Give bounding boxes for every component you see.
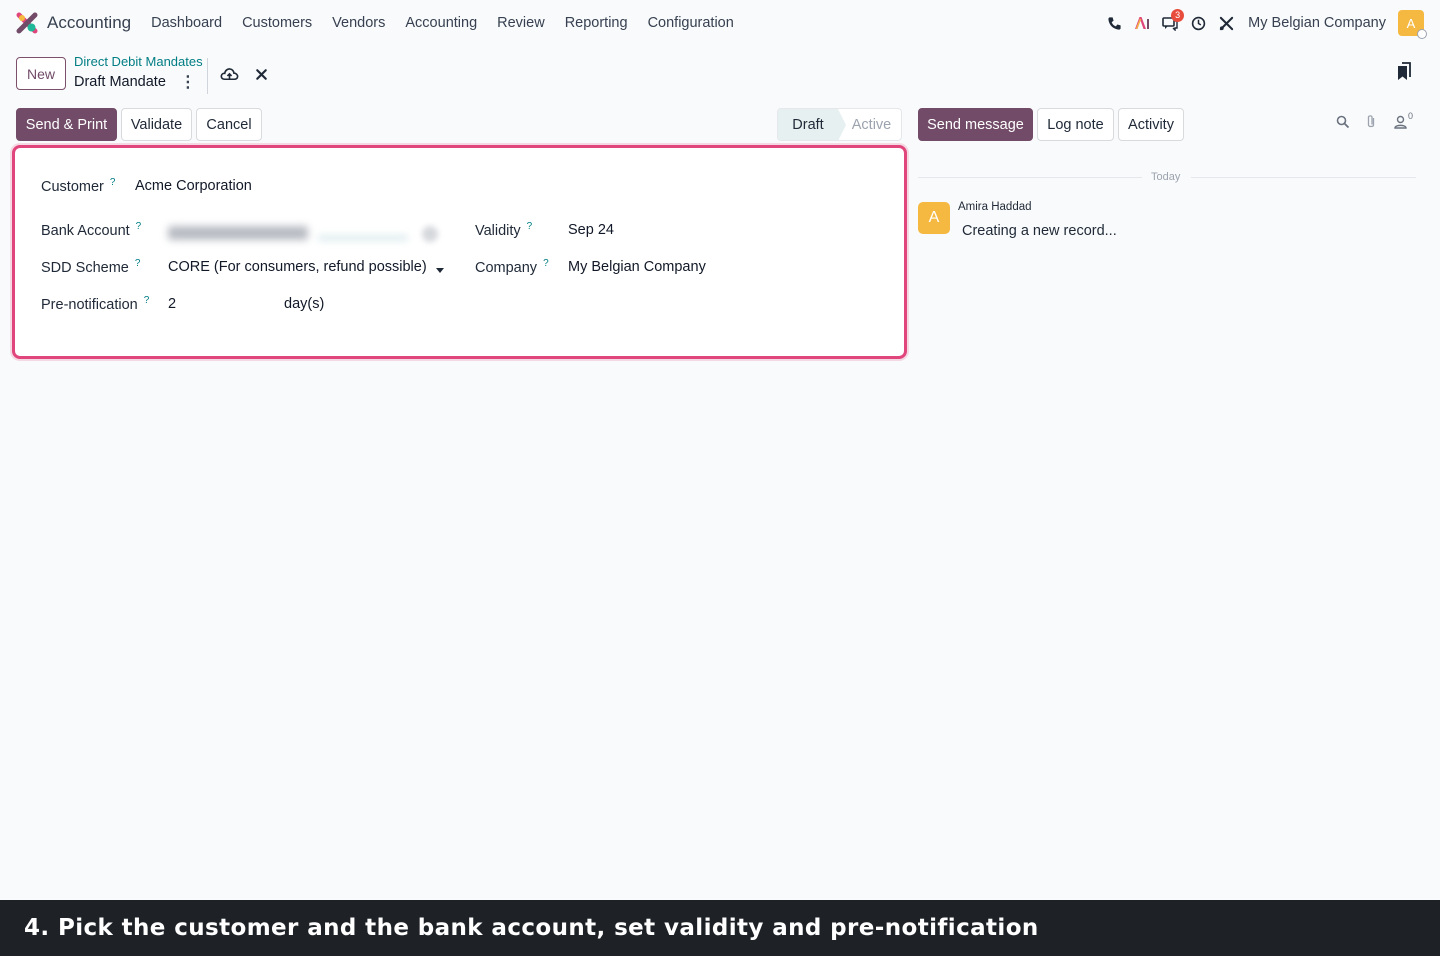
tools-icon[interactable] — [1212, 9, 1240, 37]
chatter-toolbar: 0 — [1336, 111, 1413, 129]
systray: 3 My Belgian Company A — [1100, 8, 1427, 39]
sdd-scheme-help-icon[interactable]: ? — [135, 258, 141, 269]
ai-icon[interactable] — [1128, 9, 1156, 37]
date-separator-line-left — [918, 177, 1142, 178]
sdd-scheme-label-text: SDD Scheme — [41, 260, 129, 276]
customer-label: Customer? — [41, 177, 115, 195]
save-cloud-icon[interactable] — [220, 66, 239, 86]
record-title: Draft Mandate ⋮ — [74, 72, 196, 92]
date-separator-line-right — [1191, 177, 1416, 178]
date-separator: Today — [1151, 171, 1181, 183]
status-step-active[interactable]: Active — [838, 109, 901, 140]
menu-vendors[interactable]: Vendors — [322, 15, 395, 31]
activity-button[interactable]: Activity — [1118, 108, 1184, 141]
customer-help-icon[interactable]: ? — [110, 177, 116, 188]
caption-text: 4. Pick the customer and the bank accoun… — [24, 915, 1039, 941]
status-active-label: Active — [851, 116, 892, 133]
cancel-button[interactable]: Cancel — [196, 108, 262, 141]
paperclip-icon[interactable] — [1366, 114, 1382, 129]
bookmark-icon[interactable] — [1396, 62, 1412, 84]
menu-review[interactable]: Review — [487, 15, 555, 31]
status-bar: Draft Active — [777, 108, 902, 141]
chevron-down-icon[interactable] — [436, 268, 444, 273]
validity-date-field[interactable]: Sep 24 — [568, 222, 614, 238]
menu-configuration[interactable]: Configuration — [638, 15, 744, 31]
send-print-button[interactable]: Send & Print — [16, 108, 117, 141]
user-status-indicator — [1417, 29, 1427, 39]
top-navbar: Accounting Dashboard Customers Vendors A… — [0, 0, 1440, 46]
actions-menu-icon[interactable]: ⋮ — [180, 72, 196, 92]
customer-label-text: Customer — [41, 179, 104, 195]
tutorial-caption: 4. Pick the customer and the bank accoun… — [0, 900, 1440, 956]
status-draft-label: Draft — [792, 116, 824, 133]
accounting-app-icon — [16, 12, 38, 34]
customer-field[interactable]: Acme Corporation — [135, 178, 252, 194]
app-name: Accounting — [47, 13, 132, 32]
record-title-text: Draft Mandate — [74, 74, 166, 90]
bank-account-field[interactable] — [168, 222, 408, 244]
prenotification-input[interactable]: 2 — [168, 296, 176, 312]
validity-help-icon[interactable]: ? — [527, 221, 533, 232]
menu-dashboard[interactable]: Dashboard — [141, 15, 232, 31]
send-message-button[interactable]: Send message — [918, 108, 1033, 141]
prenotification-help-icon[interactable]: ? — [144, 295, 150, 306]
menu-reporting[interactable]: Reporting — [555, 15, 638, 31]
new-button[interactable]: New — [16, 57, 66, 90]
prenotification-label-text: Pre-notification — [41, 297, 138, 313]
status-step-draft[interactable]: Draft — [778, 109, 846, 140]
validity-label: Validity? — [475, 221, 532, 239]
validity-label-text: Validity — [475, 223, 521, 239]
messages-badge: 3 — [1171, 9, 1185, 22]
message-body: Creating a new record... — [962, 223, 1117, 239]
company-switcher[interactable]: My Belgian Company — [1248, 15, 1386, 31]
discard-close-icon[interactable] — [254, 66, 269, 86]
bank-account-help-icon[interactable]: ? — [136, 221, 142, 232]
user-avatar-initial: A — [1406, 15, 1416, 31]
prenotification-label: Pre-notification? — [41, 295, 149, 313]
message-author-avatar[interactable]: A — [918, 202, 950, 234]
log-note-button[interactable]: Log note — [1037, 108, 1114, 141]
bank-account-label: Bank Account? — [41, 221, 141, 239]
company-help-icon[interactable]: ? — [543, 258, 549, 269]
menu-customers[interactable]: Customers — [232, 15, 322, 31]
validate-button[interactable]: Validate — [121, 108, 192, 141]
message-avatar-initial: A — [928, 209, 940, 226]
bank-account-label-text: Bank Account — [41, 223, 130, 239]
search-icon[interactable] — [1336, 115, 1352, 129]
company-field[interactable]: My Belgian Company — [568, 259, 706, 275]
divider — [207, 58, 208, 94]
followers-icon[interactable]: 0 — [1394, 111, 1413, 129]
bank-account-internal-link-icon[interactable] — [422, 226, 438, 242]
mandate-form-sheet: Customer? Acme Corporation Bank Account?… — [12, 145, 907, 359]
menu-accounting[interactable]: Accounting — [395, 15, 487, 31]
clock-icon[interactable] — [1184, 9, 1212, 37]
user-avatar[interactable]: A — [1398, 10, 1427, 39]
prenotification-unit: day(s) — [284, 296, 325, 312]
breadcrumb-direct-debit-mandates[interactable]: Direct Debit Mandates — [74, 54, 203, 69]
message-author[interactable]: Amira Haddad — [958, 201, 1032, 213]
messages-icon[interactable]: 3 — [1156, 9, 1185, 37]
followers-count: 0 — [1408, 110, 1414, 121]
phone-icon[interactable] — [1100, 9, 1128, 37]
app-brand[interactable]: Accounting — [16, 12, 131, 34]
main-menu: Dashboard Customers Vendors Accounting R… — [141, 15, 744, 31]
company-label-text: Company — [475, 260, 538, 276]
company-label: Company? — [475, 258, 549, 276]
sdd-scheme-select[interactable]: CORE (For consumers, refund possible) — [168, 259, 427, 275]
sdd-scheme-label: SDD Scheme? — [41, 258, 140, 276]
